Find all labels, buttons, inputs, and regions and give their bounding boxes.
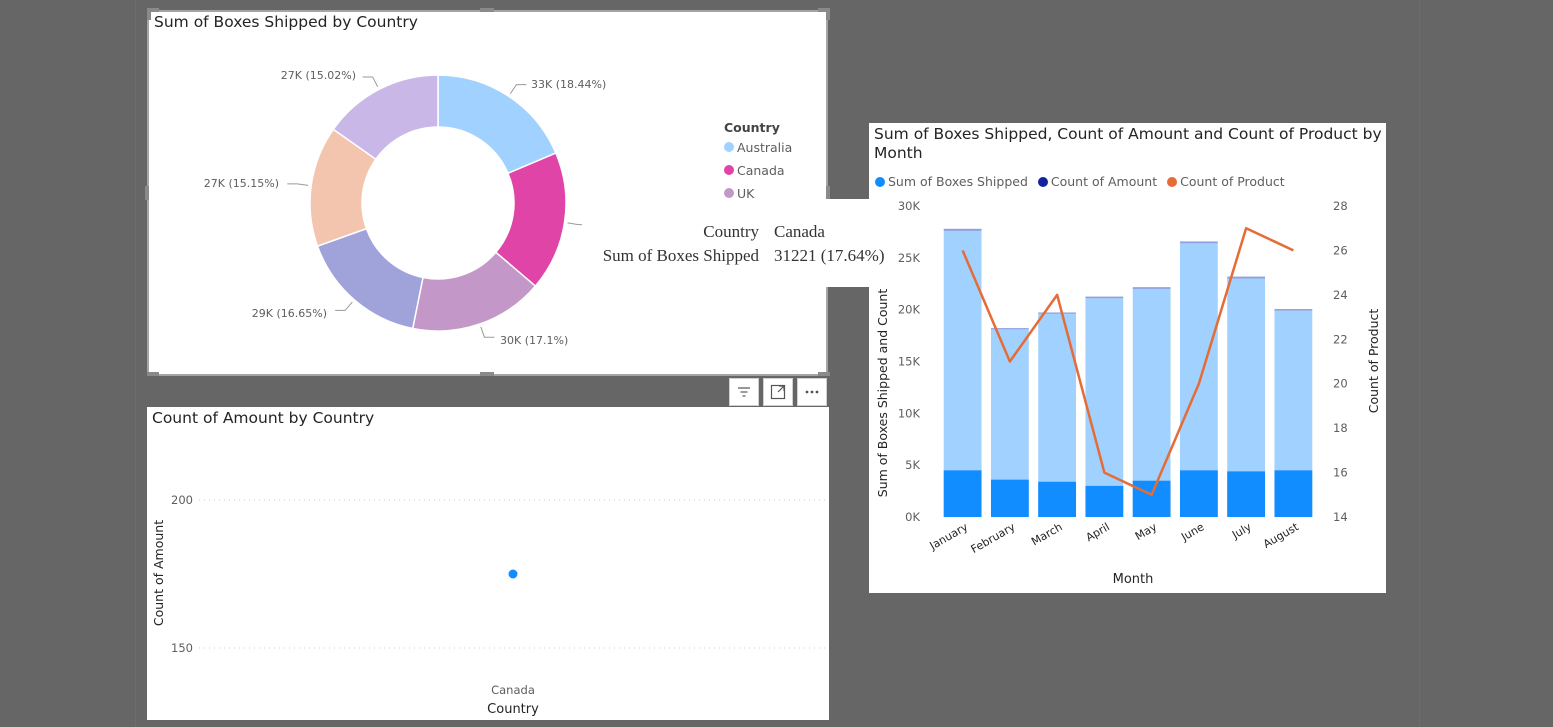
- legend-dot-uk: [724, 188, 734, 198]
- combo-ytick-right: 22: [1333, 332, 1348, 346]
- resize-handle-left[interactable]: [145, 186, 149, 200]
- combo-ylabel-right: Count of Product: [1366, 309, 1381, 414]
- ellipsis-icon: [805, 390, 819, 394]
- tooltip-key-boxes: Sum of Boxes Shipped: [602, 246, 759, 265]
- scatter-ytick-150: 150: [171, 641, 193, 655]
- combo-ytick-right: 16: [1333, 466, 1348, 480]
- donut-leader-uk: [480, 326, 495, 338]
- tooltip-key-country: Country: [703, 222, 759, 241]
- legend-item-canada[interactable]: Canada: [724, 163, 792, 178]
- combo-ytick-left: 0K: [905, 510, 920, 524]
- legend-item-australia[interactable]: Australia: [724, 140, 792, 155]
- focus-mode-button[interactable]: [763, 378, 793, 406]
- resize-handle-bl[interactable]: [147, 372, 159, 376]
- combo-xlabel: Month: [1113, 572, 1154, 587]
- more-options-button[interactable]: [797, 378, 827, 406]
- scatter-visual[interactable]: Count of Amount by Country 200 150 Count…: [147, 407, 829, 720]
- legend-dot-canada: [724, 165, 734, 175]
- combo-xtick-july: July: [1229, 520, 1254, 542]
- combo-xtick-august: August: [1261, 520, 1301, 551]
- combo-bar-amount-may[interactable]: [1132, 287, 1171, 289]
- resize-handle-tr-v[interactable]: [826, 8, 830, 20]
- legend-dot-australia: [724, 142, 734, 152]
- scatter-ytick-200: 200: [171, 493, 193, 507]
- donut-label-s4: 29K (16.65%): [252, 307, 327, 320]
- combo-ylabel-left: Sum of Boxes Shipped and Count: [875, 289, 890, 498]
- tooltip: Country Canada Sum of Boxes Shipped 3122…: [582, 199, 885, 287]
- combo-bar-amount-january[interactable]: [943, 228, 982, 231]
- filter-icon: [738, 387, 750, 397]
- combo-ytick-right: 26: [1333, 243, 1348, 257]
- combo-xtick-may: May: [1133, 520, 1160, 543]
- scatter-point-canada[interactable]: [508, 569, 518, 579]
- combo-bar-highlight-june[interactable]: [1179, 470, 1218, 517]
- combo-bar-amount-august[interactable]: [1274, 309, 1313, 311]
- donut-label-uk: 30K (17.1%): [500, 334, 568, 347]
- legend-label-australia: Australia: [737, 140, 793, 155]
- resize-handle-bottom[interactable]: [480, 372, 494, 376]
- canvas-guide-left: [135, 0, 136, 727]
- legend-label-canada: Canada: [737, 163, 785, 178]
- focus-mode-icon: [770, 384, 786, 400]
- donut-leader-s5: [287, 183, 309, 186]
- resize-handle-br[interactable]: [818, 372, 830, 376]
- tooltip-value-boxes: 31221 (17.64%): [774, 246, 885, 265]
- scatter-ylabel: Count of Amount: [151, 520, 166, 626]
- combo-xtick-february: February: [969, 520, 1018, 556]
- combo-ytick-right: 14: [1333, 510, 1348, 524]
- combo-bar-highlight-march[interactable]: [1038, 481, 1077, 517]
- combo-ytick-left: 20K: [898, 303, 921, 317]
- combo-xtick-june: June: [1178, 520, 1206, 544]
- combo-ytick-left: 30K: [898, 199, 921, 213]
- donut-legend: Country Australia Canada UK: [724, 120, 792, 202]
- combo-bar-highlight-july[interactable]: [1227, 471, 1266, 517]
- donut-label-s5: 27K (15.15%): [204, 177, 279, 190]
- combo-visual[interactable]: Sum of Boxes Shipped, Count of Amount an…: [869, 123, 1386, 593]
- combo-ytick-left: 5K: [905, 458, 920, 472]
- combo-bar-highlight-may[interactable]: [1132, 480, 1171, 517]
- filter-button[interactable]: [729, 378, 759, 406]
- combo-bar-highlight-august[interactable]: [1274, 470, 1313, 517]
- scatter-chart: 200 150 Count of Amount Canada Country: [151, 493, 825, 717]
- canvas-guide-right: [1419, 0, 1420, 727]
- combo-ytick-right: 28: [1333, 199, 1348, 213]
- donut-visual[interactable]: Sum of Boxes Shipped by Country 33K (18.…: [147, 10, 828, 376]
- combo-bar-amount-july[interactable]: [1227, 276, 1266, 279]
- donut-leader-s6: [362, 76, 379, 87]
- combo-ytick-right: 20: [1333, 377, 1348, 391]
- combo-chart: 30K 25K 20K 15K 10K 5K 0K 28 26 24 22 20 18 16 14 Jan…: [875, 199, 1381, 587]
- combo-ytick-left: 15K: [898, 355, 921, 369]
- combo-xtick-april: April: [1084, 520, 1112, 544]
- donut-label-s6: 27K (15.02%): [281, 69, 356, 82]
- donut-leader-australia: [509, 84, 527, 95]
- tooltip-value-country: Canada: [774, 222, 825, 241]
- resize-handle-right[interactable]: [826, 186, 830, 200]
- combo-ytick-left: 25K: [898, 251, 921, 265]
- combo-xtick-march: March: [1029, 520, 1065, 548]
- combo-bar-amount-april[interactable]: [1085, 296, 1124, 299]
- donut-legend-title: Country: [724, 120, 780, 135]
- donut-slice-s4[interactable]: [316, 227, 424, 330]
- combo-ytick-right: 18: [1333, 421, 1348, 435]
- combo-xtick-january: January: [927, 520, 971, 553]
- combo-ytick-left: 10K: [898, 406, 921, 420]
- donut-label-australia: 33K (18.44%): [531, 78, 606, 91]
- combo-bar-highlight-april[interactable]: [1085, 485, 1124, 517]
- donut-leader-s4: [335, 301, 353, 311]
- scatter-xtick-canada: Canada: [491, 683, 535, 697]
- combo-bar-amount-june[interactable]: [1179, 241, 1218, 244]
- combo-ytick-right: 24: [1333, 288, 1348, 302]
- combo-bar-highlight-february[interactable]: [990, 479, 1029, 517]
- resize-handle-top[interactable]: [480, 8, 494, 12]
- resize-handle-tl-v[interactable]: [147, 8, 151, 20]
- combo-bar-april[interactable]: [1085, 298, 1124, 517]
- combo-bar-highlight-january[interactable]: [943, 470, 982, 517]
- scatter-xlabel: Country: [487, 702, 539, 717]
